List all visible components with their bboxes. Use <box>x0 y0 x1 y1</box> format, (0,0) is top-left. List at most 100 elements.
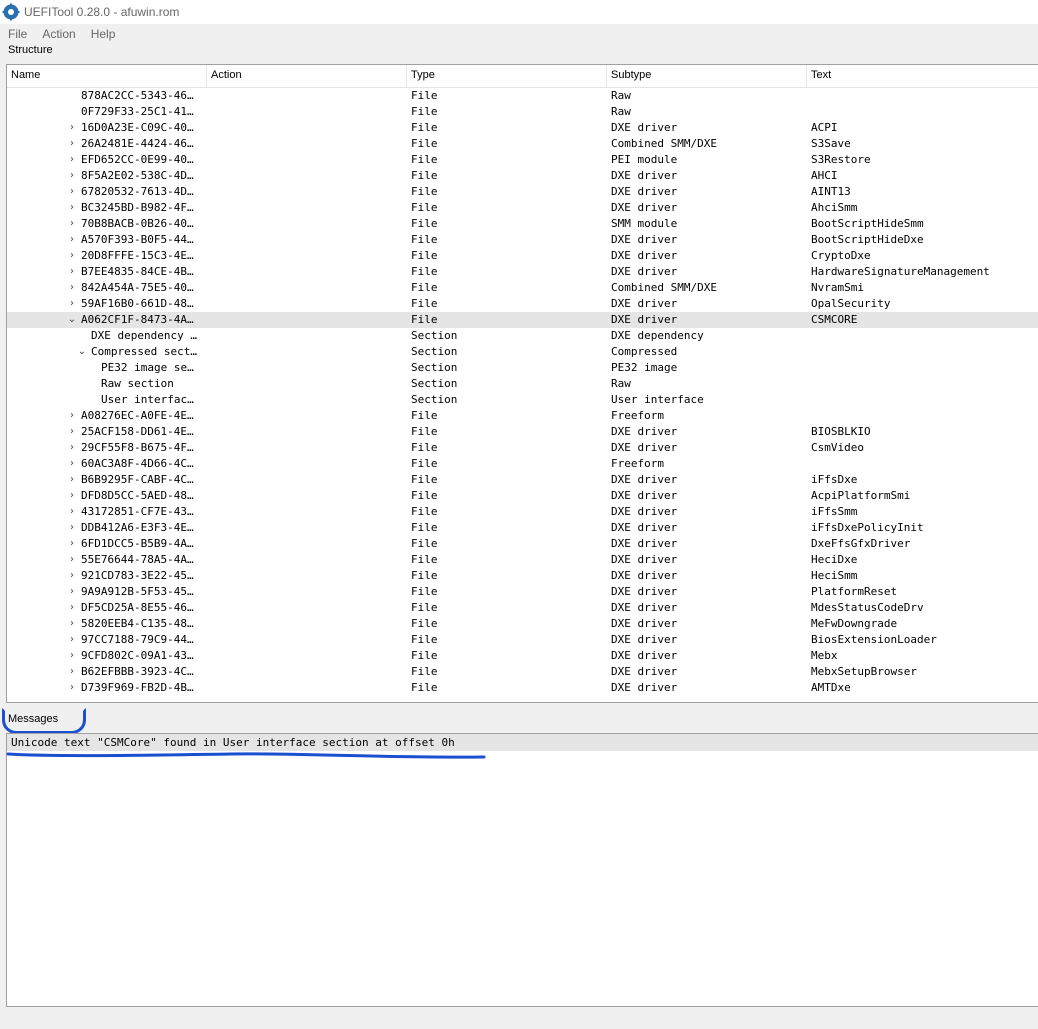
chevron-down-icon[interactable]: ⌄ <box>67 312 77 328</box>
chevron-right-icon[interactable]: › <box>67 584 77 600</box>
tree-cell-type: File <box>411 297 438 310</box>
tree-cell-text: iFfsDxePolicyInit <box>811 521 924 534</box>
tree-row[interactable]: › 26A2481E-4424-46… File Combined SMM/DXE S3… <box>7 136 1038 152</box>
tree-row[interactable]: 0F729F33-25C1-41… File Raw <box>7 104 1038 120</box>
tree-row[interactable]: › EFD652CC-0E99-40… File PEI module S3Restor… <box>7 152 1038 168</box>
tree-row[interactable]: › 16D0A23E-C09C-40… File DXE driver ACPI <box>7 120 1038 136</box>
chevron-right-icon[interactable]: › <box>67 280 77 296</box>
chevron-right-icon[interactable]: › <box>67 568 77 584</box>
tree-row[interactable]: › BC3245BD-B982-4F… File DXE driver AhciSmm <box>7 200 1038 216</box>
chevron-right-icon[interactable]: › <box>67 168 77 184</box>
chevron-right-icon[interactable]: › <box>67 440 77 456</box>
tree-row[interactable]: › A08276EC-A0FE-4E… File Freeform <box>7 408 1038 424</box>
tree-row[interactable]: PE32 image se… Section PE32 image <box>7 360 1038 376</box>
menu-help[interactable]: Help <box>83 27 123 41</box>
chevron-right-icon[interactable]: › <box>67 504 77 520</box>
tree-row[interactable]: › B6B9295F-CABF-4C… File DXE driver iFfsDxe <box>7 472 1038 488</box>
chevron-right-icon[interactable]: › <box>67 472 77 488</box>
tree-row[interactable]: › 8F5A2E02-538C-4D… File DXE driver AHCI <box>7 168 1038 184</box>
chevron-right-icon[interactable]: › <box>67 200 77 216</box>
tree-cell-text: CSMCORE <box>811 313 858 326</box>
chevron-right-icon[interactable]: › <box>67 232 77 248</box>
tree-row[interactable]: › 29CF55F8-B675-4F… File DXE driver CsmVideo <box>7 440 1038 456</box>
tree-row[interactable]: Raw section Section Raw <box>7 376 1038 392</box>
tree-row[interactable]: › DF5CD25A-8E55-46… File DXE driver MdesStat… <box>7 600 1038 616</box>
chevron-right-icon[interactable]: › <box>67 296 77 312</box>
tree-cell-subtype: Combined SMM/DXE <box>611 281 717 294</box>
tree-row[interactable]: › 921CD783-3E22-45… File DXE driver HeciSmm <box>7 568 1038 584</box>
tree-row[interactable]: 878AC2CC-5343-46… File Raw <box>7 88 1038 104</box>
tree-row[interactable]: › B7EE4835-84CE-4B… File DXE driver Hardware… <box>7 264 1038 280</box>
tree-cell-name: 9A9A912B-5F53-45… <box>81 585 194 598</box>
tree-row[interactable]: › DFD8D5CC-5AED-48… File DXE driver AcpiPlat… <box>7 488 1038 504</box>
chevron-right-icon[interactable]: › <box>67 648 77 664</box>
tree-row[interactable]: User interfac… Section User interface <box>7 392 1038 408</box>
tree-row[interactable]: › 9CFD802C-09A1-43… File DXE driver Mebx <box>7 648 1038 664</box>
chevron-right-icon[interactable]: › <box>67 248 77 264</box>
tree-row[interactable]: DXE dependency … Section DXE dependency <box>7 328 1038 344</box>
chevron-right-icon[interactable]: › <box>67 264 77 280</box>
tree-row[interactable]: › 25ACF158-DD61-4E… File DXE driver BIOSBLKI… <box>7 424 1038 440</box>
tree-row[interactable]: › 70B8BACB-0B26-40… File SMM module BootScri… <box>7 216 1038 232</box>
tree-cell-subtype: DXE driver <box>611 313 678 326</box>
column-header-text[interactable]: Text <box>807 65 1038 87</box>
tree-cell-type: File <box>411 585 438 598</box>
tree-cell-subtype: DXE driver <box>611 121 678 134</box>
chevron-right-icon[interactable]: › <box>67 456 77 472</box>
chevron-right-icon[interactable]: › <box>67 424 77 440</box>
column-header-type[interactable]: Type <box>407 65 607 87</box>
tree-row[interactable]: › 9A9A912B-5F53-45… File DXE driver Platform… <box>7 584 1038 600</box>
tree-cell-type: File <box>411 169 438 182</box>
tree-row[interactable]: › 59AF16B0-661D-48… File DXE driver OpalSecu… <box>7 296 1038 312</box>
chevron-right-icon[interactable]: › <box>67 136 77 152</box>
tree-row[interactable]: › D739F969-FB2D-4B… File DXE driver AMTDxe <box>7 680 1038 696</box>
messages-list[interactable]: Unicode text "CSMCore" found in User int… <box>6 733 1038 1007</box>
structure-tree[interactable]: Name Action Type Subtype Text 878AC2CC-5… <box>6 64 1038 703</box>
tree-cell-subtype: Raw <box>611 105 631 118</box>
chevron-right-icon[interactable]: › <box>67 552 77 568</box>
tree-row[interactable]: › 97CC7188-79C9-44… File DXE driver BiosExte… <box>7 632 1038 648</box>
tree-cell-text: DxeFfsGfxDriver <box>811 537 911 550</box>
tree-row[interactable]: › B62EFBBB-3923-4C… File DXE driver MebxSetu… <box>7 664 1038 680</box>
menu-file[interactable]: File <box>0 27 34 41</box>
tree-row[interactable]: › 60AC3A8F-4D66-4C… File Freeform <box>7 456 1038 472</box>
tree-cell-type: File <box>411 665 438 678</box>
tree-row[interactable]: › 5820EEB4-C135-48… File DXE driver MeFwDown… <box>7 616 1038 632</box>
chevron-right-icon[interactable]: › <box>67 680 77 696</box>
tree-row[interactable]: › 55E76644-78A5-4A… File DXE driver HeciDxe <box>7 552 1038 568</box>
chevron-right-icon[interactable]: › <box>67 152 77 168</box>
tree-cell-type: Section <box>411 393 458 406</box>
tree-row[interactable]: › DDB412A6-E3F3-4E… File DXE driver iFfsDxeP… <box>7 520 1038 536</box>
tree-row[interactable]: › 67820532-7613-4D… File DXE driver AINT13 <box>7 184 1038 200</box>
tree-row[interactable]: ⌄ Compressed sect… Section Compressed <box>7 344 1038 360</box>
chevron-right-icon[interactable]: › <box>67 616 77 632</box>
column-header-subtype[interactable]: Subtype <box>607 65 807 87</box>
chevron-right-icon[interactable]: › <box>67 488 77 504</box>
chevron-down-icon[interactable]: ⌄ <box>77 344 87 360</box>
tree-row[interactable]: › 43172851-CF7E-43… File DXE driver iFfsSmm <box>7 504 1038 520</box>
chevron-right-icon[interactable]: › <box>67 664 77 680</box>
tree-row[interactable]: › A570F393-B0F5-44… File DXE driver BootScri… <box>7 232 1038 248</box>
chevron-right-icon[interactable]: › <box>67 520 77 536</box>
chevron-right-icon[interactable]: › <box>67 536 77 552</box>
tree-cell-type: File <box>411 649 438 662</box>
tree-cell-name: 20D8FFFE-15C3-4E… <box>81 249 194 262</box>
chevron-right-icon[interactable]: › <box>67 408 77 424</box>
menu-action[interactable]: Action <box>34 27 82 41</box>
chevron-right-icon[interactable]: › <box>67 120 77 136</box>
tree-row[interactable]: › 842A454A-75E5-40… File Combined SMM/DXE Nv… <box>7 280 1038 296</box>
chevron-right-icon[interactable]: › <box>67 600 77 616</box>
chevron-right-icon[interactable]: › <box>67 632 77 648</box>
tree-row[interactable]: › 20D8FFFE-15C3-4E… File DXE driver CryptoDx… <box>7 248 1038 264</box>
tree-row[interactable]: › 6FD1DCC5-B5B9-4A… File DXE driver DxeFfsGf… <box>7 536 1038 552</box>
tree-cell-type: File <box>411 553 438 566</box>
column-header-action[interactable]: Action <box>207 65 407 87</box>
tree-cell-text: iFfsSmm <box>811 505 858 518</box>
column-header-name[interactable]: Name <box>7 65 207 87</box>
tree-cell-type: File <box>411 569 438 582</box>
chevron-right-icon[interactable]: › <box>67 184 77 200</box>
chevron-right-icon[interactable]: › <box>67 216 77 232</box>
tree-cell-type: File <box>411 185 438 198</box>
tree-row[interactable]: ⌄ A062CF1F-8473-4A… File DXE driver CSMCORE <box>7 312 1038 328</box>
message-item[interactable]: Unicode text "CSMCore" found in User int… <box>7 734 1038 751</box>
